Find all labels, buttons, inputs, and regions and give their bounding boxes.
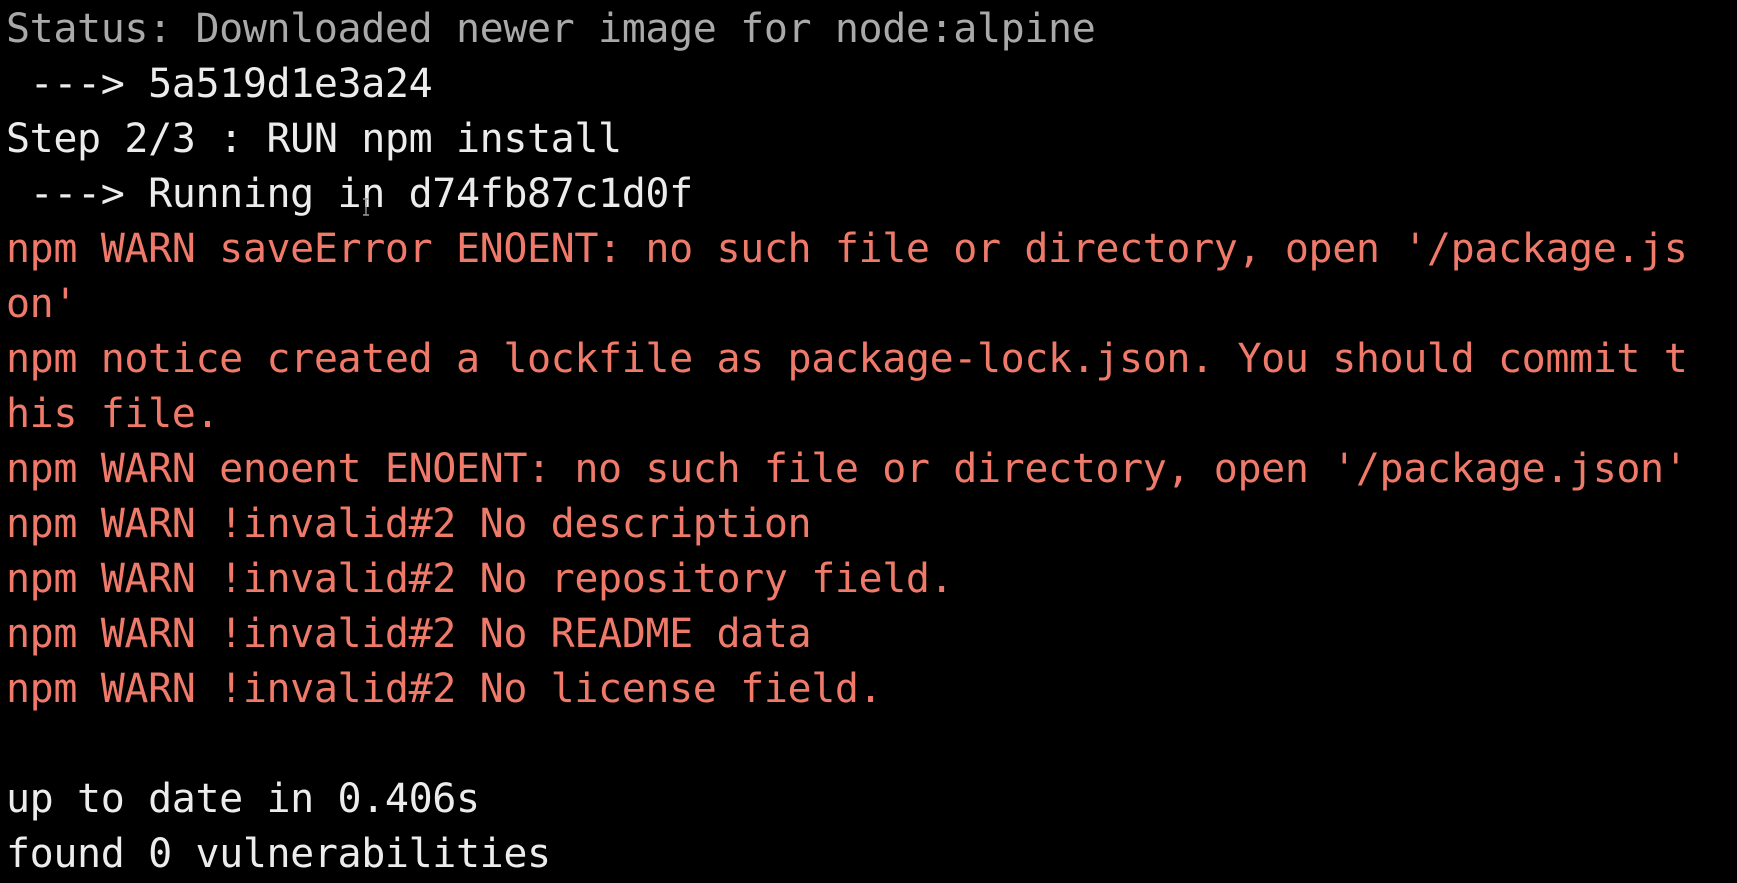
terminal-line-warn-enoent: npm WARN enoent ENOENT: no such file or … [6, 446, 1688, 492]
terminal-line-status: Status: Downloaded newer image for node:… [6, 6, 1096, 52]
terminal-line-warn-saveerror-wrap: on' [6, 281, 78, 327]
terminal-line-warn-saveerror: npm WARN saveError ENOENT: no such file … [6, 226, 1688, 272]
terminal-line-warn-readme: npm WARN !invalid#2 No README data [6, 611, 812, 657]
terminal-line-notice-lockfile: npm notice created a lockfile as package… [6, 336, 1688, 382]
terminal-line-warn-description: npm WARN !invalid#2 No description [6, 501, 812, 547]
terminal-line-step: Step 2/3 : RUN npm install [6, 116, 622, 162]
text-cursor-icon [362, 198, 370, 216]
terminal-line-running: ---> Running in d74fb87c1d0f [6, 171, 694, 217]
terminal-line-warn-license: npm WARN !invalid#2 No license field. [6, 666, 883, 712]
terminal-window[interactable]: Status: Downloaded newer image for node:… [0, 0, 1737, 883]
terminal-line-image-id: ---> 5a519d1e3a24 [6, 61, 433, 107]
terminal-line-vulnerabilities: found 0 vulnerabilities [6, 831, 551, 877]
terminal-line-up-to-date: up to date in 0.406s [6, 776, 480, 822]
terminal-line-notice-lockfile-wrap: his file. [6, 391, 220, 437]
terminal-line-warn-repository: npm WARN !invalid#2 No repository field. [6, 556, 954, 602]
